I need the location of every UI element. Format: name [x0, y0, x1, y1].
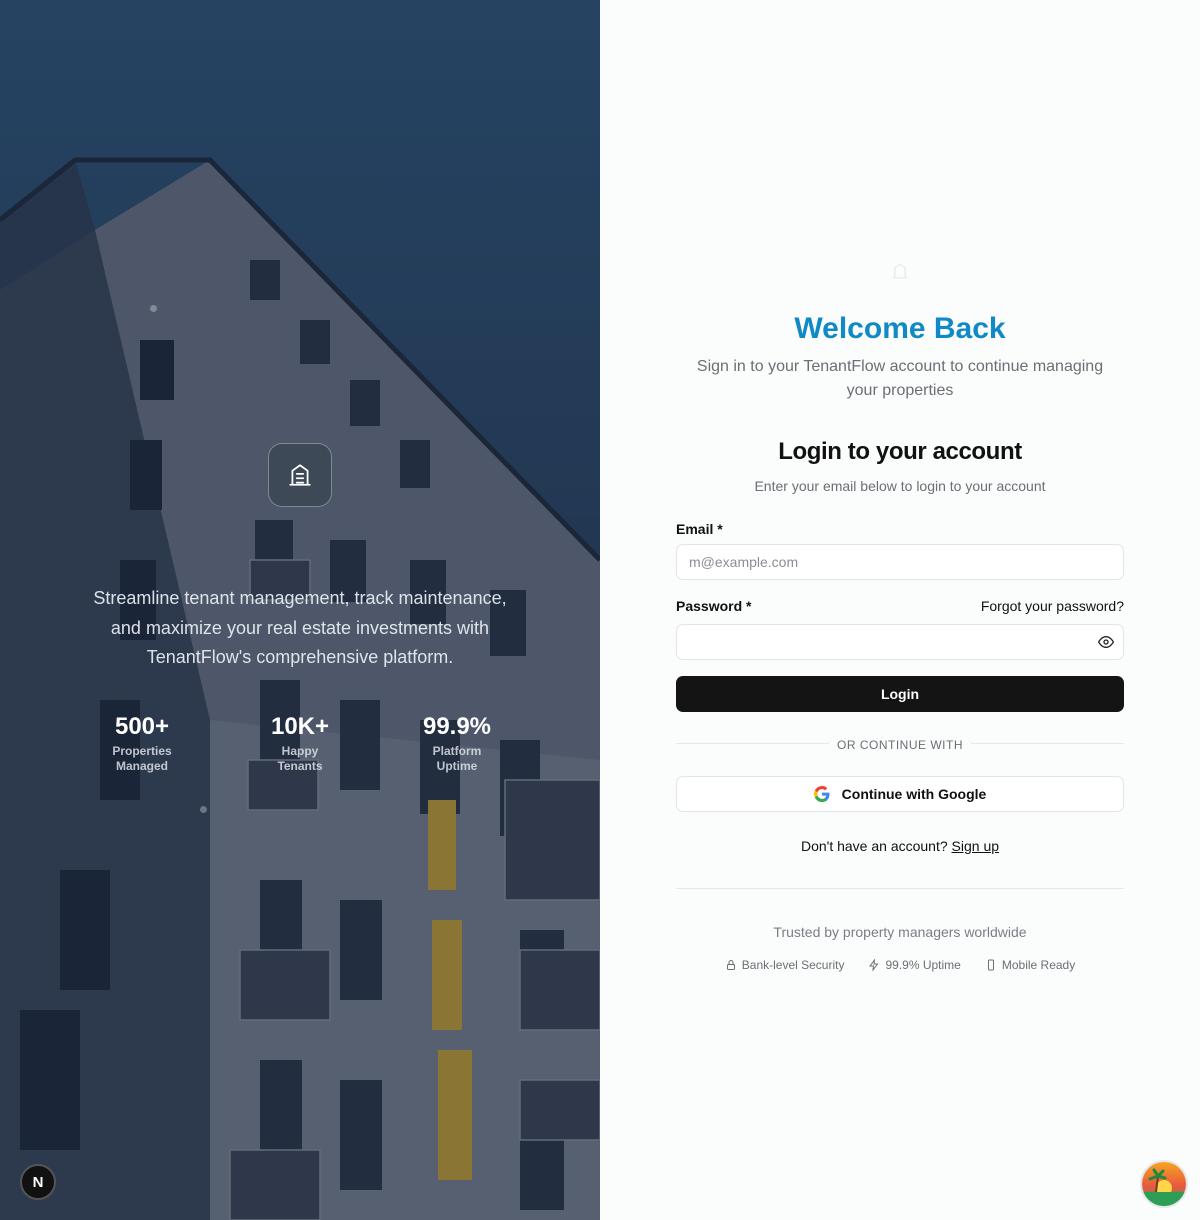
decor-dot	[150, 305, 157, 312]
building-icon	[268, 443, 332, 507]
decor-dot	[200, 806, 207, 813]
divider-label: OR CONTINUE WITH	[829, 738, 971, 752]
stat-value: 500+	[114, 713, 170, 740]
stat-properties: 500+ Properties Managed	[82, 712, 202, 773]
hero-panel: Streamline tenant management, track main…	[0, 0, 600, 1220]
forgot-password-link[interactable]: Forgot your password?	[981, 597, 1124, 615]
signup-prompt: Don't have an account?	[800, 838, 948, 854]
signup-link[interactable]: Sign up	[952, 838, 999, 854]
stat-value: 10K+	[270, 713, 330, 740]
stat-uptime: 99.9% Platform Uptime	[397, 712, 517, 773]
google-icon	[813, 786, 830, 802]
google-signin-button[interactable]: Continue with Google	[676, 776, 1124, 812]
page-subtitle: Sign in to your TenantFlow account to co…	[696, 358, 1104, 399]
password-field[interactable]	[676, 624, 1124, 660]
bolt-icon	[869, 959, 879, 971]
divider: OR CONTINUE WITH	[676, 736, 1124, 754]
email-field[interactable]	[676, 544, 1124, 580]
hero-tagline: Streamline tenant management, track main…	[93, 588, 507, 667]
stat-label: Properties Managed	[112, 744, 172, 773]
badge-uptime: 99.9% Uptime	[868, 957, 961, 973]
badge-label: Bank-level Security	[741, 958, 845, 972]
trust-badges: Bank-level Security 99.9% Uptime Mobile …	[676, 957, 1124, 973]
password-label: Password *	[676, 598, 752, 614]
email-label: Email *	[676, 521, 723, 537]
phone-icon	[987, 959, 994, 971]
stat-tenants: 10K+ Happy Tenants	[240, 712, 360, 773]
stat-label: Platform Uptime	[432, 744, 482, 773]
badge-label: 99.9% Uptime	[885, 958, 961, 972]
google-button-label: Continue with Google	[841, 786, 987, 802]
badge-label: Mobile Ready	[1001, 958, 1076, 972]
avatar[interactable]	[1140, 1160, 1188, 1208]
form-title: Login to your account	[778, 438, 1022, 465]
footer-divider	[676, 888, 1124, 889]
form-subtitle: Enter your email below to login to your …	[754, 478, 1046, 494]
signup-row: Don't have an account? Sign up	[676, 837, 1124, 855]
building-icon	[893, 263, 907, 279]
login-button[interactable]: Login	[676, 676, 1124, 712]
stat-value: 99.9%	[422, 713, 492, 740]
eye-icon[interactable]	[1098, 635, 1114, 649]
badge-security: Bank-level Security	[725, 957, 845, 973]
page-title: Welcome Back	[794, 312, 1006, 345]
badge-mobile: Mobile Ready	[985, 957, 1075, 973]
dev-tools-badge[interactable]: N	[20, 1164, 56, 1200]
stat-label: Happy Tenants	[277, 744, 323, 773]
trusted-text: Trusted by property managers worldwide	[773, 924, 1027, 940]
lock-icon	[726, 960, 735, 970]
